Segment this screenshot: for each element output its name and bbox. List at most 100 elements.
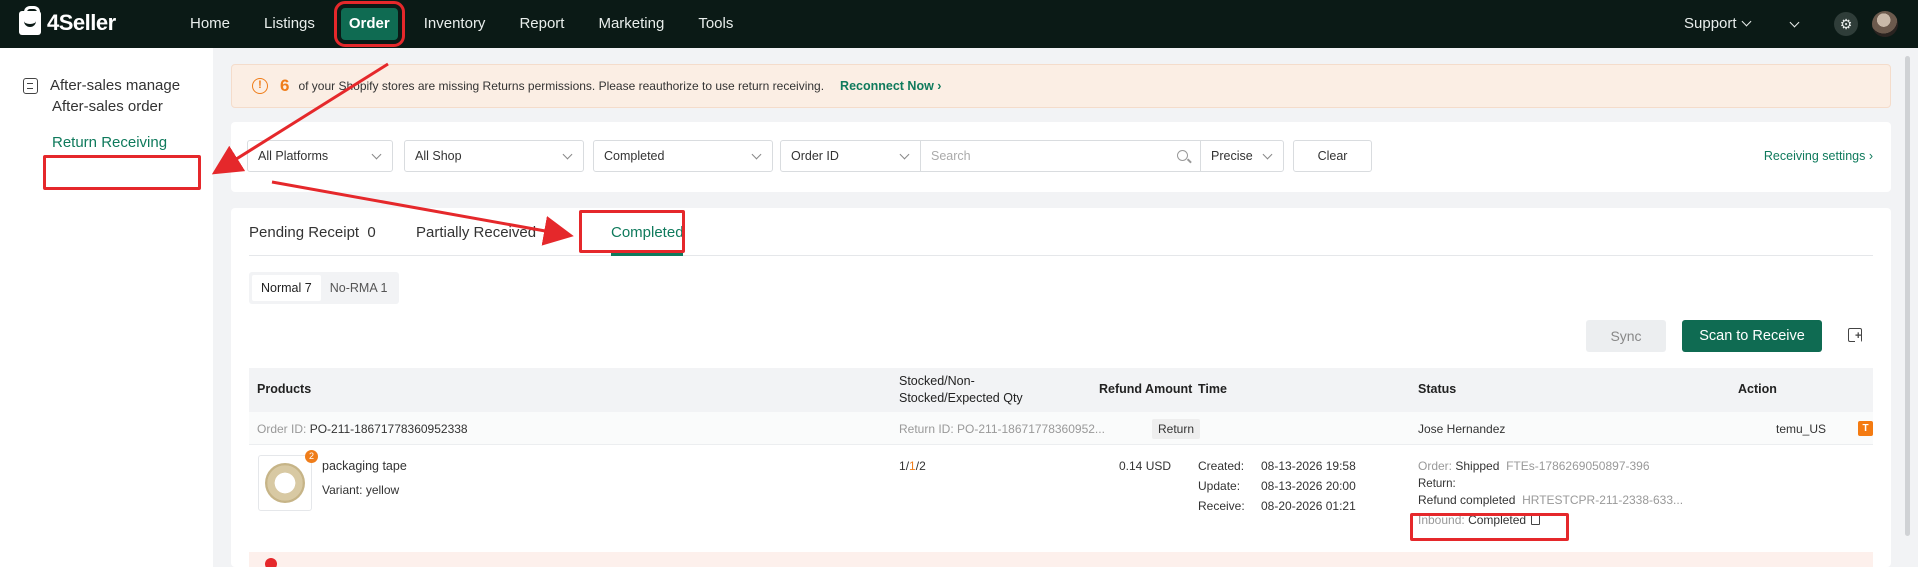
- shop-select-value: All Shop: [415, 149, 462, 163]
- scan-to-receive-button[interactable]: Scan to Receive: [1682, 320, 1822, 352]
- quantity-badge: 2: [305, 450, 318, 463]
- update-time: 08-13-2026 20:00: [1261, 479, 1356, 493]
- clear-button[interactable]: Clear: [1293, 140, 1372, 172]
- support-label: Support: [1684, 15, 1737, 32]
- nav-inventory[interactable]: Inventory: [416, 8, 494, 40]
- app-logo[interactable]: 4Seller: [19, 6, 116, 36]
- tape-image: [265, 463, 305, 503]
- sidebar-item-return-receiving[interactable]: Return Receiving: [52, 134, 167, 151]
- platform-select[interactable]: All Platforms: [247, 140, 393, 172]
- status-tabs: Pending Receipt 0 Partially Received 0 C…: [249, 208, 1873, 256]
- chevron-down-icon: [1262, 149, 1273, 160]
- annotation-highlight-box: [1410, 513, 1569, 541]
- receive-time: 08-20-2026 01:21: [1261, 499, 1356, 513]
- product-name[interactable]: packaging tape: [322, 459, 407, 473]
- header-qty-line2: Stocked/Expected Qty: [899, 391, 1023, 405]
- order-status: Order: Shipped FTEs-1786269050897-396: [1418, 459, 1650, 473]
- return-id-value[interactable]: PO-211-18671778360952...: [957, 422, 1105, 436]
- warning-message: of your Shopify stores are missing Retur…: [298, 79, 825, 93]
- warning-icon: !: [252, 78, 268, 94]
- return-id: Return ID: PO-211-18671778360952...: [899, 422, 1105, 436]
- platform-select-value: All Platforms: [258, 149, 329, 163]
- order-id-value[interactable]: PO-211-18671778360952338: [310, 422, 468, 436]
- avatar[interactable]: [1872, 11, 1898, 37]
- chevron-down-icon: [371, 149, 382, 160]
- product-variant: Variant: yellow: [322, 483, 400, 497]
- sidebar-item-after-sales-order[interactable]: After-sales order: [52, 98, 163, 115]
- header-refund-amount: Refund Amount: [1099, 382, 1193, 396]
- header-qty: Stocked/Non- Stocked/Expected Qty: [899, 374, 1023, 405]
- temu-platform-icon: T: [1858, 421, 1873, 436]
- order-row: Order ID: PO-211-18671778360952338 Retur…: [249, 412, 1873, 445]
- refund-reference[interactable]: HRTESTCPR-211-2338-633...: [1522, 493, 1683, 507]
- gear-icon[interactable]: ⚙: [1834, 12, 1858, 36]
- sidebar-group-after-sales[interactable]: After-sales manage: [23, 77, 180, 94]
- nav-marketing[interactable]: Marketing: [590, 8, 672, 40]
- product-thumbnail[interactable]: [258, 455, 312, 511]
- active-tab-indicator: [611, 253, 683, 256]
- order-id: Order ID: PO-211-18671778360952338: [257, 422, 468, 436]
- filter-bar: All Platforms All Shop Completed Order I…: [231, 122, 1891, 192]
- store-name: temu_US: [1776, 422, 1827, 436]
- support-menu[interactable]: Support: [1684, 15, 1751, 32]
- header-qty-line1: Stocked/Non-: [899, 374, 975, 388]
- qty-values: 1/1/2: [899, 459, 926, 473]
- match-mode-select[interactable]: Precise: [1200, 140, 1284, 172]
- header-products: Products: [257, 382, 312, 396]
- search-placeholder: Search: [931, 149, 971, 163]
- missing-store-count: 6: [280, 76, 290, 95]
- sync-button[interactable]: Sync: [1586, 320, 1666, 352]
- nav-report[interactable]: Report: [511, 8, 572, 40]
- header-status: Status: [1418, 382, 1457, 396]
- refund-amount: 0.14 USD: [1119, 459, 1172, 473]
- main-nav: Home Listings Order Inventory Report Mar…: [182, 0, 759, 48]
- update-label: Update:: [1198, 479, 1241, 493]
- segment-normal[interactable]: Normal 7: [252, 275, 321, 301]
- nav-tools[interactable]: Tools: [690, 8, 741, 40]
- return-status-label: Return:: [1418, 478, 1456, 490]
- receiving-settings-link[interactable]: Receiving settings ›: [1764, 149, 1873, 163]
- customer-name: Jose Hernandez: [1418, 422, 1506, 436]
- header-action: Action: [1738, 382, 1777, 396]
- reconnect-link[interactable]: Reconnect Now ›: [840, 79, 941, 93]
- nav-order[interactable]: Order: [333, 1, 405, 47]
- table-row: 2 packaging tape Variant: yellow 1/1/2 0…: [249, 445, 1873, 535]
- error-dot-icon: [265, 558, 277, 567]
- sidebar-group-label: After-sales manage: [50, 77, 181, 94]
- id-type-select[interactable]: Order ID: [780, 140, 921, 172]
- shop-select[interactable]: All Shop: [404, 140, 584, 172]
- receiving-panel: Pending Receipt 0 Partially Received 0 C…: [231, 208, 1891, 567]
- chevron-down-icon[interactable]: [1789, 17, 1800, 28]
- receive-label: Receive:: [1198, 499, 1245, 513]
- error-strip: [249, 552, 1873, 567]
- table-header: Products Stocked/Non- Stocked/Expected Q…: [249, 368, 1873, 412]
- chevron-down-icon: [562, 149, 573, 160]
- id-type-select-value: Order ID: [791, 149, 839, 163]
- tab-pending-receipt[interactable]: Pending Receipt 0: [249, 224, 376, 241]
- export-icon[interactable]: [1848, 328, 1862, 342]
- shopping-bag-icon: [19, 6, 41, 35]
- created-label: Created:: [1198, 459, 1245, 473]
- annotation-highlight-box: [579, 210, 685, 253]
- tab-partially-received[interactable]: Partially Received 0: [416, 224, 553, 241]
- top-navbar: 4Seller Home Listings Order Inventory Re…: [0, 0, 1918, 48]
- tracking-number[interactable]: FTEs-1786269050897-396: [1506, 459, 1649, 473]
- chevron-down-icon: [1741, 16, 1751, 27]
- search-input[interactable]: Search: [920, 140, 1201, 172]
- nav-home[interactable]: Home: [182, 8, 238, 40]
- logo-text: 4Seller: [47, 10, 116, 35]
- segment-no-rma[interactable]: No-RMA 1: [321, 275, 397, 301]
- search-icon[interactable]: [1177, 150, 1188, 161]
- permissions-warning-banner: ! 6 of your Shopify stores are missing R…: [231, 64, 1891, 108]
- annotation-highlight-box: [43, 155, 201, 190]
- clipboard-icon: [23, 77, 38, 94]
- return-tag: Return: [1152, 419, 1201, 439]
- scrollbar-thumb[interactable]: [1905, 56, 1910, 536]
- status-select[interactable]: Completed: [593, 140, 773, 172]
- status-select-value: Completed: [604, 149, 665, 163]
- chevron-down-icon: [899, 149, 910, 160]
- nav-listings[interactable]: Listings: [256, 8, 323, 40]
- match-mode-value: Precise: [1211, 149, 1253, 163]
- chevron-down-icon: [751, 149, 762, 160]
- header-time: Time: [1198, 382, 1227, 396]
